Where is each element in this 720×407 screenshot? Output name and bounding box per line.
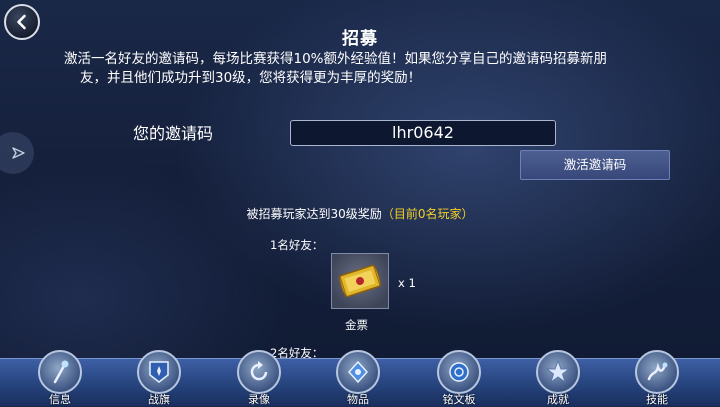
play-triangle-icon bbox=[12, 147, 25, 159]
gem-icon bbox=[336, 350, 380, 394]
banner-icon bbox=[137, 350, 181, 394]
nav-item-rune-plate[interactable]: 铭文板 bbox=[434, 350, 484, 406]
description-line-2: 友，并且他们成功升到30级，您将获得更为丰厚的奖励！ bbox=[80, 70, 422, 86]
activate-code-button[interactable]: 激活邀请码 bbox=[520, 150, 670, 180]
replay-icon bbox=[237, 350, 281, 394]
reward-title: 被招募玩家达到30级奖励（目前0名玩家） bbox=[0, 205, 720, 222]
nav-item-info[interactable]: 信息 bbox=[35, 350, 85, 406]
description-line-1: 激活一名好友的邀请码，每场比赛获得10%额外经验值！如果您分享自己的邀请码招募新… bbox=[64, 51, 608, 67]
side-expand-tab[interactable] bbox=[0, 132, 34, 174]
reward-title-text: 被招募玩家达到30级奖励 bbox=[246, 207, 382, 221]
recruit-description: 激活一名好友的邀请码，每场比赛获得10%额外经验值！如果您分享自己的邀请码招募新… bbox=[64, 50, 664, 88]
star-icon bbox=[536, 350, 580, 394]
page-title: 招募 bbox=[342, 29, 378, 49]
gold-ticket-icon bbox=[338, 264, 382, 298]
skill-icon bbox=[635, 350, 679, 394]
recruited-count: （目前0名玩家） bbox=[381, 207, 474, 221]
reward-item-name: 金票 bbox=[345, 318, 368, 332]
nav-item-items[interactable]: 物品 bbox=[333, 350, 383, 406]
staff-icon bbox=[38, 350, 82, 394]
invite-code-field[interactable]: lhr0642 bbox=[290, 120, 556, 146]
invite-code-label: 您的邀请码 bbox=[133, 124, 214, 143]
nav-item-banner[interactable]: 战旗 bbox=[134, 350, 184, 406]
reward-item-slot[interactable] bbox=[331, 253, 389, 309]
tier-1-label: 1名好友： bbox=[270, 238, 324, 252]
nav-item-skills[interactable]: 技能 bbox=[632, 350, 682, 406]
nav-item-replay[interactable]: 录像 bbox=[234, 350, 284, 406]
nav-item-achievements[interactable]: 成就 bbox=[533, 350, 583, 406]
rune-plate-icon bbox=[437, 350, 481, 394]
reward-quantity: x 1 bbox=[398, 276, 416, 290]
